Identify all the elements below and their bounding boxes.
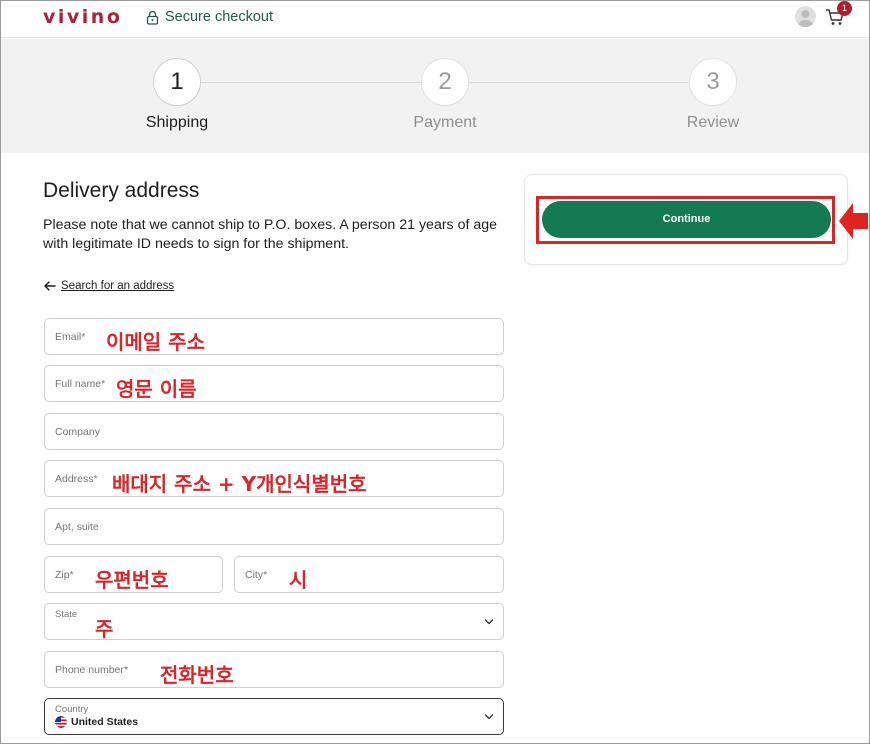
step-label: Shipping	[145, 114, 209, 131]
full-name-label: Full name*	[55, 378, 106, 390]
top-bar: vivino Secure checkout 1	[1, 1, 869, 38]
avatar[interactable]	[795, 6, 816, 27]
phone-number-field[interactable]: Phone number* 전화번호	[44, 651, 504, 688]
search-address-label: Search for an address	[61, 280, 175, 292]
state-select[interactable]: State 주	[44, 603, 504, 641]
annotation-arrow-left-icon	[839, 203, 868, 239]
state-label: State	[55, 609, 78, 620]
zip-label: Zip*	[55, 569, 74, 581]
email-label: Email*	[55, 331, 86, 343]
search-address-link[interactable]: Search for an address	[44, 280, 174, 292]
phone-number-annotation: 전화번호	[160, 663, 234, 687]
step-number: 1	[153, 58, 201, 106]
cart-count-badge: 1	[837, 1, 852, 16]
phone-number-label: Phone number*	[55, 664, 128, 676]
email-annotation: 이메일 주소	[106, 330, 205, 354]
country-value: United States	[55, 716, 138, 728]
full-name-field[interactable]: Full name* 영문 이름	[44, 365, 504, 402]
address-label: Address*	[55, 473, 98, 485]
city-field[interactable]: City* 시	[234, 556, 504, 593]
country-select[interactable]: Country United States	[44, 698, 504, 735]
company-field[interactable]: Company	[44, 413, 504, 450]
zip-annotation: 우편번호	[95, 568, 169, 592]
vivino-logo[interactable]: vivino	[43, 6, 122, 28]
step-number: 2	[421, 58, 469, 106]
apt-suite-label: Apt, suite	[55, 521, 99, 533]
step-label: Review	[686, 114, 740, 131]
user-icon	[797, 10, 814, 27]
country-value-label: United States	[71, 716, 139, 728]
address-field[interactable]: Address* 배대지 주소 + Y개인식별번호	[44, 460, 504, 497]
step-number: 3	[689, 58, 737, 106]
page-title: Delivery address	[43, 179, 200, 202]
chevron-down-icon	[484, 619, 494, 625]
arrow-left-icon	[44, 281, 56, 291]
secure-checkout: Secure checkout	[146, 9, 273, 25]
checkout-stepper: 1 Shipping 2 Payment 3 Review	[1, 39, 869, 153]
zip-field[interactable]: Zip* 우편번호	[44, 556, 223, 593]
annotation-highlight-box	[536, 196, 835, 244]
apt-suite-field[interactable]: Apt, suite	[44, 508, 504, 545]
company-label: Company	[55, 426, 100, 438]
step-label: Payment	[413, 114, 477, 131]
address-annotation: 배대지 주소 + Y개인식별번호	[112, 472, 367, 496]
city-label: City*	[245, 569, 268, 581]
chevron-down-icon	[484, 714, 494, 720]
step-payment: 2 Payment	[385, 58, 505, 132]
us-flag-icon	[55, 716, 67, 728]
step-shipping: 1 Shipping	[117, 58, 237, 132]
state-annotation: 주	[95, 617, 114, 641]
shipping-note: Please note that we cannot ship to P.O. …	[43, 217, 498, 252]
city-annotation: 시	[289, 568, 308, 592]
step-review: 3 Review	[653, 58, 773, 132]
lock-icon	[146, 10, 159, 25]
secure-checkout-label: Secure checkout	[165, 9, 274, 25]
full-name-annotation: 영문 이름	[116, 377, 197, 401]
email-field[interactable]: Email* 이메일 주소	[44, 318, 504, 355]
country-label: Country	[55, 704, 89, 715]
